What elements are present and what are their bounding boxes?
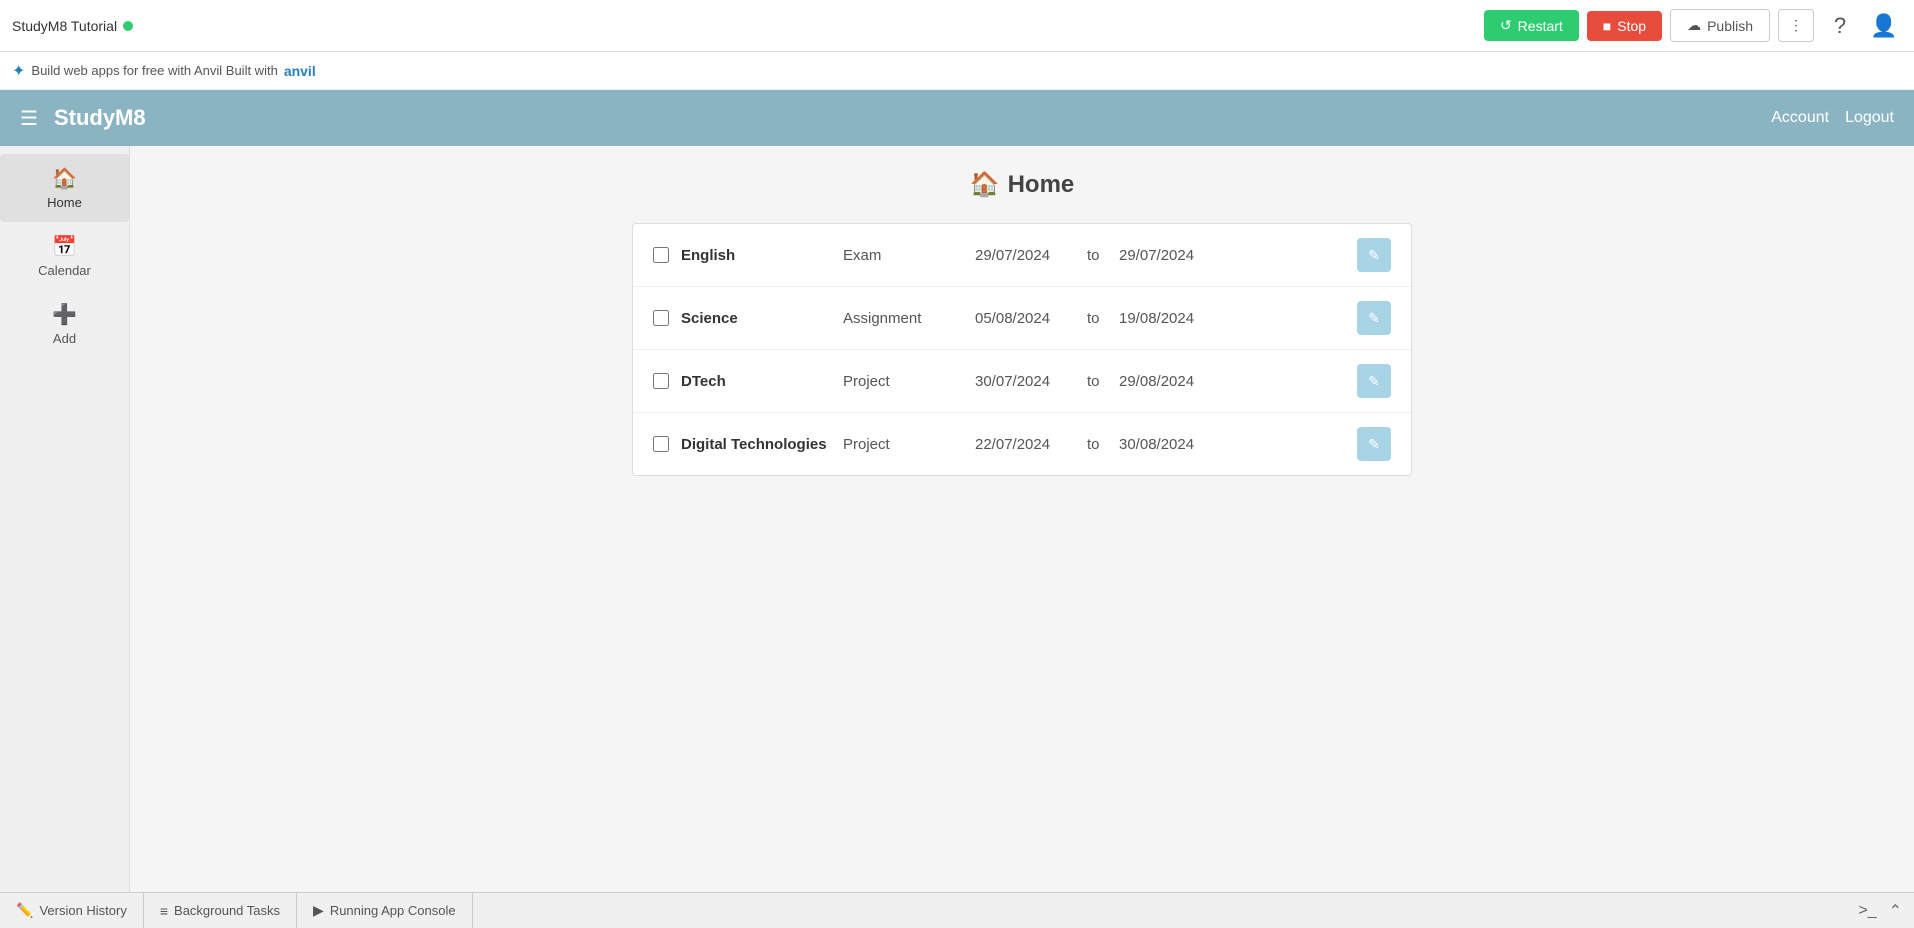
task-row: Science Assignment 05/08/2024 to 19/08/2… — [633, 287, 1411, 350]
console-icon: ▶ — [313, 902, 324, 919]
add-icon: ➕ — [52, 302, 77, 327]
account-nav-link[interactable]: Account — [1771, 109, 1829, 127]
background-tasks-tab[interactable]: ≡ Background Tasks — [144, 893, 297, 928]
anvil-icon: ✦ — [12, 61, 25, 81]
edit-icon-0: ✎ — [1368, 247, 1380, 264]
version-history-tab[interactable]: ✏️ Version History — [0, 893, 144, 928]
running-console-tab[interactable]: ▶ Running App Console — [297, 893, 473, 928]
task-row: DTech Project 30/07/2024 to 29/08/2024 ✎ — [633, 350, 1411, 413]
task-type-0: Exam — [843, 247, 963, 264]
version-history-icon: ✏️ — [16, 902, 33, 919]
restart-icon: ↺ — [1500, 17, 1512, 34]
anvil-logo: anvil — [284, 63, 316, 79]
anvil-banner: ✦ Build web apps for free with Anvil Bui… — [0, 52, 1914, 90]
task-subject-1: Science — [681, 310, 831, 327]
task-row: Digital Technologies Project 22/07/2024 … — [633, 413, 1411, 475]
task-date-end-3: 30/08/2024 — [1119, 436, 1345, 453]
task-table: English Exam 29/07/2024 to 29/07/2024 ✎ … — [632, 223, 1412, 476]
nav-links: Account Logout — [1771, 109, 1894, 127]
account-avatar-button[interactable]: 👤 — [1866, 8, 1902, 44]
more-label: ⋮ — [1789, 17, 1803, 33]
version-history-label: Version History — [39, 903, 126, 918]
help-icon: ? — [1834, 13, 1846, 39]
task-subject-3: Digital Technologies — [681, 436, 831, 453]
task-to-0: to — [1087, 247, 1107, 264]
task-date-start-2: 30/07/2024 — [975, 373, 1075, 390]
task-edit-button-3[interactable]: ✎ — [1357, 427, 1391, 461]
task-checkbox-2[interactable] — [653, 373, 669, 389]
status-indicator — [123, 21, 133, 31]
edit-icon-2: ✎ — [1368, 373, 1380, 390]
main-layout: 🏠 Home 📅 Calendar ➕ Add 🏠 Home English E… — [0, 146, 1914, 892]
task-row: English Exam 29/07/2024 to 29/07/2024 ✎ — [633, 224, 1411, 287]
sidebar-item-add[interactable]: ➕ Add — [0, 290, 129, 358]
task-checkbox-0[interactable] — [653, 247, 669, 263]
terminal-button[interactable]: >_ — [1854, 898, 1880, 924]
terminal-icon: >_ — [1858, 902, 1876, 919]
app-title-area: StudyM8 Tutorial — [12, 18, 1476, 34]
toolbar-actions: ↺ Restart ■ Stop ☁ Publish ⋮ ? 👤 — [1484, 8, 1902, 44]
background-tasks-label: Background Tasks — [174, 903, 280, 918]
publish-label: Publish — [1707, 18, 1753, 34]
content-area: 🏠 Home English Exam 29/07/2024 to 29/07/… — [130, 146, 1914, 892]
logout-nav-link[interactable]: Logout — [1845, 109, 1894, 127]
restart-button[interactable]: ↺ Restart — [1484, 10, 1579, 41]
home-icon: 🏠 — [52, 166, 77, 191]
task-date-end-2: 29/08/2024 — [1119, 373, 1345, 390]
task-type-1: Assignment — [843, 310, 963, 327]
task-type-2: Project — [843, 373, 963, 390]
task-to-2: to — [1087, 373, 1107, 390]
task-type-3: Project — [843, 436, 963, 453]
stop-label: Stop — [1617, 18, 1646, 34]
stop-button[interactable]: ■ Stop — [1587, 11, 1662, 41]
top-toolbar: StudyM8 Tutorial ↺ Restart ■ Stop ☁ Publ… — [0, 0, 1914, 52]
task-to-1: to — [1087, 310, 1107, 327]
task-checkbox-1[interactable] — [653, 310, 669, 326]
sidebar-calendar-label: Calendar — [38, 263, 91, 278]
task-date-start-3: 22/07/2024 — [975, 436, 1075, 453]
anvil-banner-text: Build web apps for free with Anvil Built… — [31, 63, 277, 78]
restart-label: Restart — [1518, 18, 1563, 34]
edit-icon-1: ✎ — [1368, 310, 1380, 327]
bottom-right-actions: >_ ⌃ — [1854, 897, 1914, 925]
account-icon: 👤 — [1870, 13, 1897, 39]
sidebar: 🏠 Home 📅 Calendar ➕ Add — [0, 146, 130, 892]
help-button[interactable]: ? — [1822, 8, 1858, 44]
task-checkbox-3[interactable] — [653, 436, 669, 452]
hamburger-button[interactable]: ☰ — [20, 106, 38, 131]
task-date-start-1: 05/08/2024 — [975, 310, 1075, 327]
sidebar-add-label: Add — [53, 331, 76, 346]
task-edit-button-1[interactable]: ✎ — [1357, 301, 1391, 335]
task-date-end-0: 29/07/2024 — [1119, 247, 1345, 264]
task-to-3: to — [1087, 436, 1107, 453]
task-date-start-0: 29/07/2024 — [975, 247, 1075, 264]
task-edit-button-2[interactable]: ✎ — [1357, 364, 1391, 398]
task-subject-0: English — [681, 247, 831, 264]
app-brand-name: StudyM8 — [54, 105, 1771, 131]
publish-icon: ☁ — [1687, 17, 1701, 34]
sidebar-item-calendar[interactable]: 📅 Calendar — [0, 222, 129, 290]
running-console-label: Running App Console — [330, 903, 456, 918]
more-button[interactable]: ⋮ — [1778, 9, 1814, 42]
bottom-bar: ✏️ Version History ≡ Background Tasks ▶ … — [0, 892, 1914, 928]
publish-button[interactable]: ☁ Publish — [1670, 9, 1770, 42]
sidebar-home-label: Home — [47, 195, 82, 210]
calendar-icon: 📅 — [52, 234, 77, 259]
stop-icon: ■ — [1603, 18, 1611, 34]
page-title: 🏠 Home — [154, 170, 1890, 199]
page-title-text: Home — [1008, 171, 1075, 199]
background-tasks-icon: ≡ — [160, 903, 168, 919]
task-date-end-1: 19/08/2024 — [1119, 310, 1345, 327]
task-subject-2: DTech — [681, 373, 831, 390]
task-edit-button-0[interactable]: ✎ — [1357, 238, 1391, 272]
expand-button[interactable]: ⌃ — [1885, 897, 1906, 925]
app-navbar: ☰ StudyM8 Account Logout — [0, 90, 1914, 146]
edit-icon-3: ✎ — [1368, 436, 1380, 453]
home-page-icon: 🏠 — [970, 170, 1000, 199]
app-title-text: StudyM8 Tutorial — [12, 18, 117, 34]
sidebar-item-home[interactable]: 🏠 Home — [0, 154, 129, 222]
expand-icon: ⌃ — [1889, 903, 1902, 920]
